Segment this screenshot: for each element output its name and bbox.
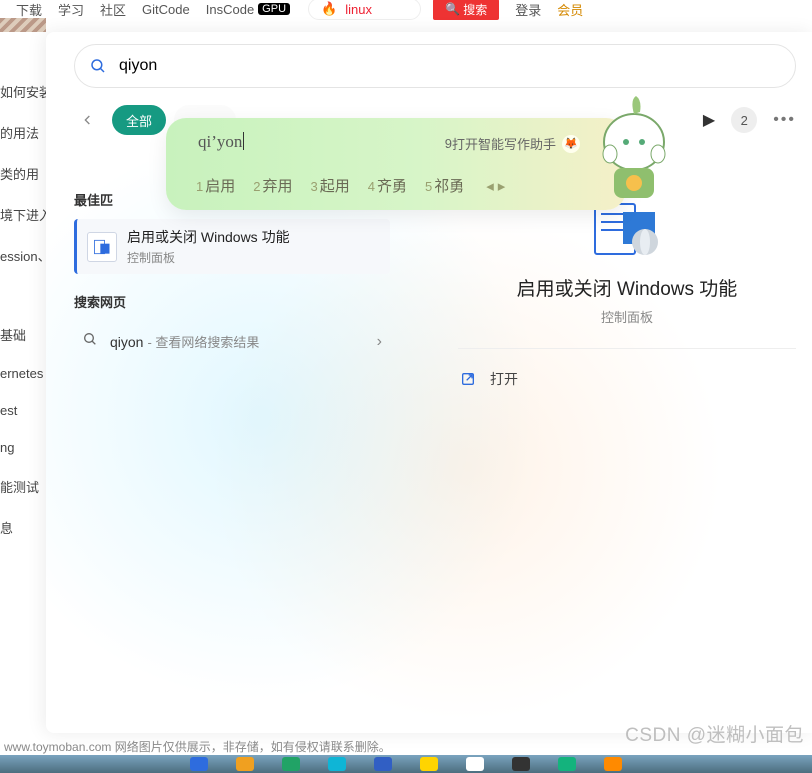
search-icon (82, 331, 98, 352)
web-query-hint: - 查看网络搜索结果 (147, 332, 259, 351)
results-count-badge[interactable]: 2 (731, 107, 757, 133)
detail-title: 启用或关闭 Windows 功能 (458, 274, 796, 301)
background-banner-stripe (0, 18, 46, 32)
ime-candidate-1[interactable]: 1启用 (196, 175, 235, 196)
taskbar-app-icon[interactable] (512, 757, 530, 771)
ime-mascot-icon (584, 94, 684, 212)
nav-gitcode[interactable]: GitCode (142, 2, 190, 17)
result-detail-pane: 启用或关闭 Windows 功能 控制面板 打开 (458, 202, 796, 395)
search-web-row[interactable]: qiyon - 查看网络搜索结果 › (74, 321, 390, 362)
taskbar-app-icon[interactable] (328, 757, 346, 771)
back-button[interactable] (74, 106, 102, 134)
play-icon[interactable]: ▶ (703, 110, 715, 130)
open-action[interactable]: 打开 (458, 363, 796, 395)
tab-all[interactable]: 全部 (112, 105, 166, 135)
windows-taskbar[interactable] (0, 755, 812, 773)
search-icon: 🔍 (445, 2, 460, 16)
nav-download[interactable]: 下载 (16, 0, 42, 19)
ime-next-page-icon[interactable]: ▸ (498, 177, 506, 195)
watermark-text: CSDN @迷糊小面包 (625, 720, 804, 747)
nav-community[interactable]: 社区 (100, 0, 126, 19)
search-icon (89, 57, 107, 75)
ime-candidate-3[interactable]: 3起用 (311, 175, 350, 196)
taskbar-app-icon[interactable] (420, 757, 438, 771)
best-match-result[interactable]: 启用或关闭 Windows 功能 控制面板 (74, 219, 390, 274)
header-search-button[interactable]: 🔍 搜索 (433, 0, 499, 20)
header-search-text: linux (345, 2, 372, 17)
gpu-badge: GPU (258, 3, 290, 15)
open-label: 打开 (490, 369, 518, 389)
taskbar-app-icon[interactable] (374, 757, 392, 771)
windows-features-icon (87, 232, 117, 262)
nav-login[interactable]: 登录 (515, 0, 541, 19)
open-external-icon (460, 371, 476, 387)
result-title: 启用或关闭 Windows 功能 (127, 227, 290, 247)
ime-candidate-5[interactable]: 5祁勇 (425, 175, 464, 196)
ime-candidate-2[interactable]: 2弃用 (253, 175, 292, 196)
search-input[interactable] (117, 56, 781, 76)
taskbar-app-icon[interactable] (466, 757, 484, 771)
search-web-heading: 搜索网页 (74, 292, 390, 311)
result-subtitle: 控制面板 (127, 249, 290, 266)
background-article-fragments: 如何安装 的用法 类的用 境下进入 ession、 基础 ernetes est… (0, 60, 46, 559)
header-search-pill[interactable]: 🔥 linux (308, 0, 421, 20)
assistant-badge-icon: 🦊 (562, 135, 580, 153)
divider (458, 348, 796, 349)
background-top-nav: 下载 学习 社区 GitCode InsCode GPU 🔥 linux 🔍 搜… (0, 0, 812, 18)
taskbar-app-icon[interactable] (604, 757, 622, 771)
search-bar[interactable] (74, 44, 796, 88)
nav-learn[interactable]: 学习 (58, 0, 84, 19)
taskbar-app-icon[interactable] (282, 757, 300, 771)
taskbar-app-icon[interactable] (236, 757, 254, 771)
ime-candidate-popup: qi’yon 9 打开智能写作助手 🦊 1启用 2弃用 3起用 4齐勇 5祁勇 … (166, 118, 626, 210)
taskbar-app-icon[interactable] (190, 757, 208, 771)
ime-composition: qi’yon (198, 132, 244, 152)
ime-candidate-4[interactable]: 4齐勇 (368, 175, 407, 196)
ime-writing-assistant-hint[interactable]: 9 打开智能写作助手 🦊 (445, 134, 580, 153)
ime-candidates: 1启用 2弃用 3起用 4齐勇 5祁勇 ◂ ▸ (196, 175, 505, 196)
detail-subtitle: 控制面板 (458, 307, 796, 326)
taskbar-app-icon[interactable] (558, 757, 576, 771)
nav-inscode[interactable]: InsCode (206, 2, 254, 17)
more-options-button[interactable]: ••• (773, 111, 796, 129)
windows-search-panel: 全部 ▶ 2 ••• qi’yon 9 打开智能写作助手 🦊 1启用 2弃用 3… (46, 32, 812, 733)
ime-prev-page-icon[interactable]: ◂ (486, 177, 494, 195)
web-query-text: qiyon (110, 334, 143, 350)
nav-member[interactable]: 会员 (557, 0, 583, 19)
chevron-right-icon: › (377, 333, 382, 351)
